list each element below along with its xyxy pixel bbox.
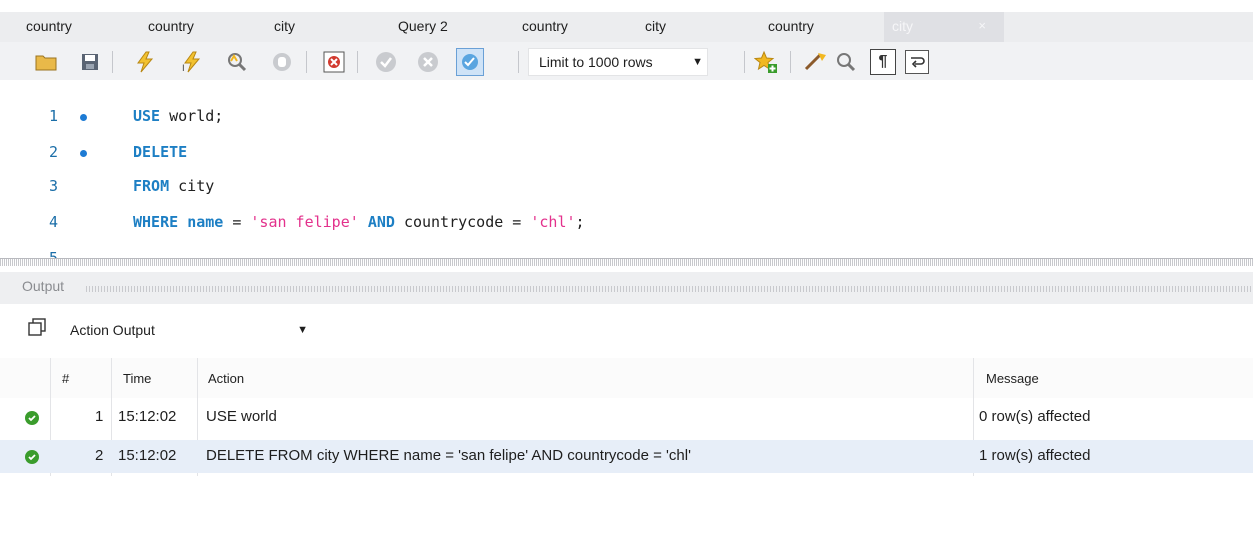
invisible-chars-icon[interactable]: ¶ [870,49,896,75]
code-line: 1 USE world; [0,100,1253,134]
column-header-num[interactable]: # [62,371,69,386]
code-text: WHERE name = 'san felipe' AND countrycod… [133,213,585,231]
copy-icon[interactable] [28,318,46,339]
limit-rows-select[interactable]: Limit to 1000 rows ▼ [528,48,708,76]
explain-icon[interactable] [225,50,249,74]
output-type-value: Action Output [70,322,155,338]
query-tab-bar: country country city Query 2 country cit… [0,12,1253,42]
table-header: # Time Action Message [0,358,1253,398]
line-number: 4 [48,213,58,231]
tab-country[interactable]: country [522,12,568,42]
row-time: 15:12:02 [118,447,177,464]
tab-country[interactable]: country [768,12,814,42]
line-number: 3 [48,177,58,195]
row-action: DELETE FROM city WHERE name = 'san felip… [206,447,691,464]
success-icon [25,411,39,425]
toggle-error-icon[interactable] [322,50,346,74]
tab-city-active[interactable]: city × [884,12,1004,42]
row-message: 0 row(s) affected [979,408,1091,425]
toolbar-separator [790,51,791,73]
tab-city[interactable]: city [274,12,295,42]
output-panel-header: Output [0,272,1253,304]
line-number: 1 [48,107,58,125]
svg-text:I: I [182,64,185,73]
header-grip [86,286,1253,292]
statement-marker-icon [80,150,87,157]
column-header-message[interactable]: Message [986,371,1039,386]
tab-label: city [892,18,913,34]
column-header-action[interactable]: Action [208,371,244,386]
toolbar-separator [357,51,358,73]
panel-splitter[interactable] [0,258,1253,266]
row-number: 2 [95,447,104,464]
tab-city[interactable]: city [645,12,666,42]
chevron-down-icon: ▼ [692,56,703,68]
code-text: DELETE [133,143,188,161]
line-number: 5 [48,249,58,258]
output-label: Output [22,278,71,294]
toolbar-separator [112,51,113,73]
line-number: 2 [48,143,58,161]
limit-rows-value: Limit to 1000 rows [539,54,653,70]
toolbar-separator [306,51,307,73]
autocommit-icon[interactable] [456,48,484,76]
output-type-select[interactable]: Action Output ▼ [60,315,316,345]
commit-icon[interactable] [374,50,398,74]
save-icon[interactable] [78,50,102,74]
tab-query-2[interactable]: Query 2 [398,12,448,42]
column-header-time[interactable]: Time [123,371,151,386]
code-line: 2 DELETE [0,136,1253,170]
code-line: 4 WHERE name = 'san felipe' AND countryc… [0,206,1253,240]
output-selector-bar: Action Output ▼ [0,304,1253,354]
toolbar-separator [744,51,745,73]
code-line: 5 [0,242,1253,258]
toolbar-separator [518,51,519,73]
tab-close-icon[interactable]: × [978,12,986,40]
tab-country[interactable]: country [26,12,72,42]
execute-current-icon[interactable]: I [179,50,203,74]
success-icon [25,450,39,464]
table-row[interactable]: 2 15:12:02 DELETE FROM city WHERE name =… [0,440,1253,473]
tab-country[interactable]: country [148,12,194,42]
code-line: 3 FROM city [0,170,1253,204]
code-text: USE world; [133,107,224,125]
row-message: 1 row(s) affected [979,447,1091,464]
find-icon[interactable] [834,50,858,74]
code-text: FROM city [133,177,215,195]
sql-editor[interactable]: 1 USE world; 2 DELETE 3 FROM city 4 WHER… [0,80,1253,258]
beautify-icon[interactable] [804,50,828,74]
open-folder-icon[interactable] [34,50,58,74]
sql-editor-toolbar: I Limit to 1000 rows ▼ ¶ [0,42,1253,80]
stop-icon[interactable] [270,50,294,74]
row-time: 15:12:02 [118,408,177,425]
row-number: 1 [95,408,104,425]
rollback-icon[interactable] [416,50,440,74]
statement-marker-icon [80,114,87,121]
row-action: USE world [206,408,277,425]
chevron-down-icon: ▼ [297,324,308,336]
execute-icon[interactable] [133,50,157,74]
wrap-lines-icon[interactable] [905,50,929,74]
table-row[interactable]: 1 15:12:02 USE world 0 row(s) affected [0,401,1253,434]
add-snippet-icon[interactable] [754,50,778,74]
